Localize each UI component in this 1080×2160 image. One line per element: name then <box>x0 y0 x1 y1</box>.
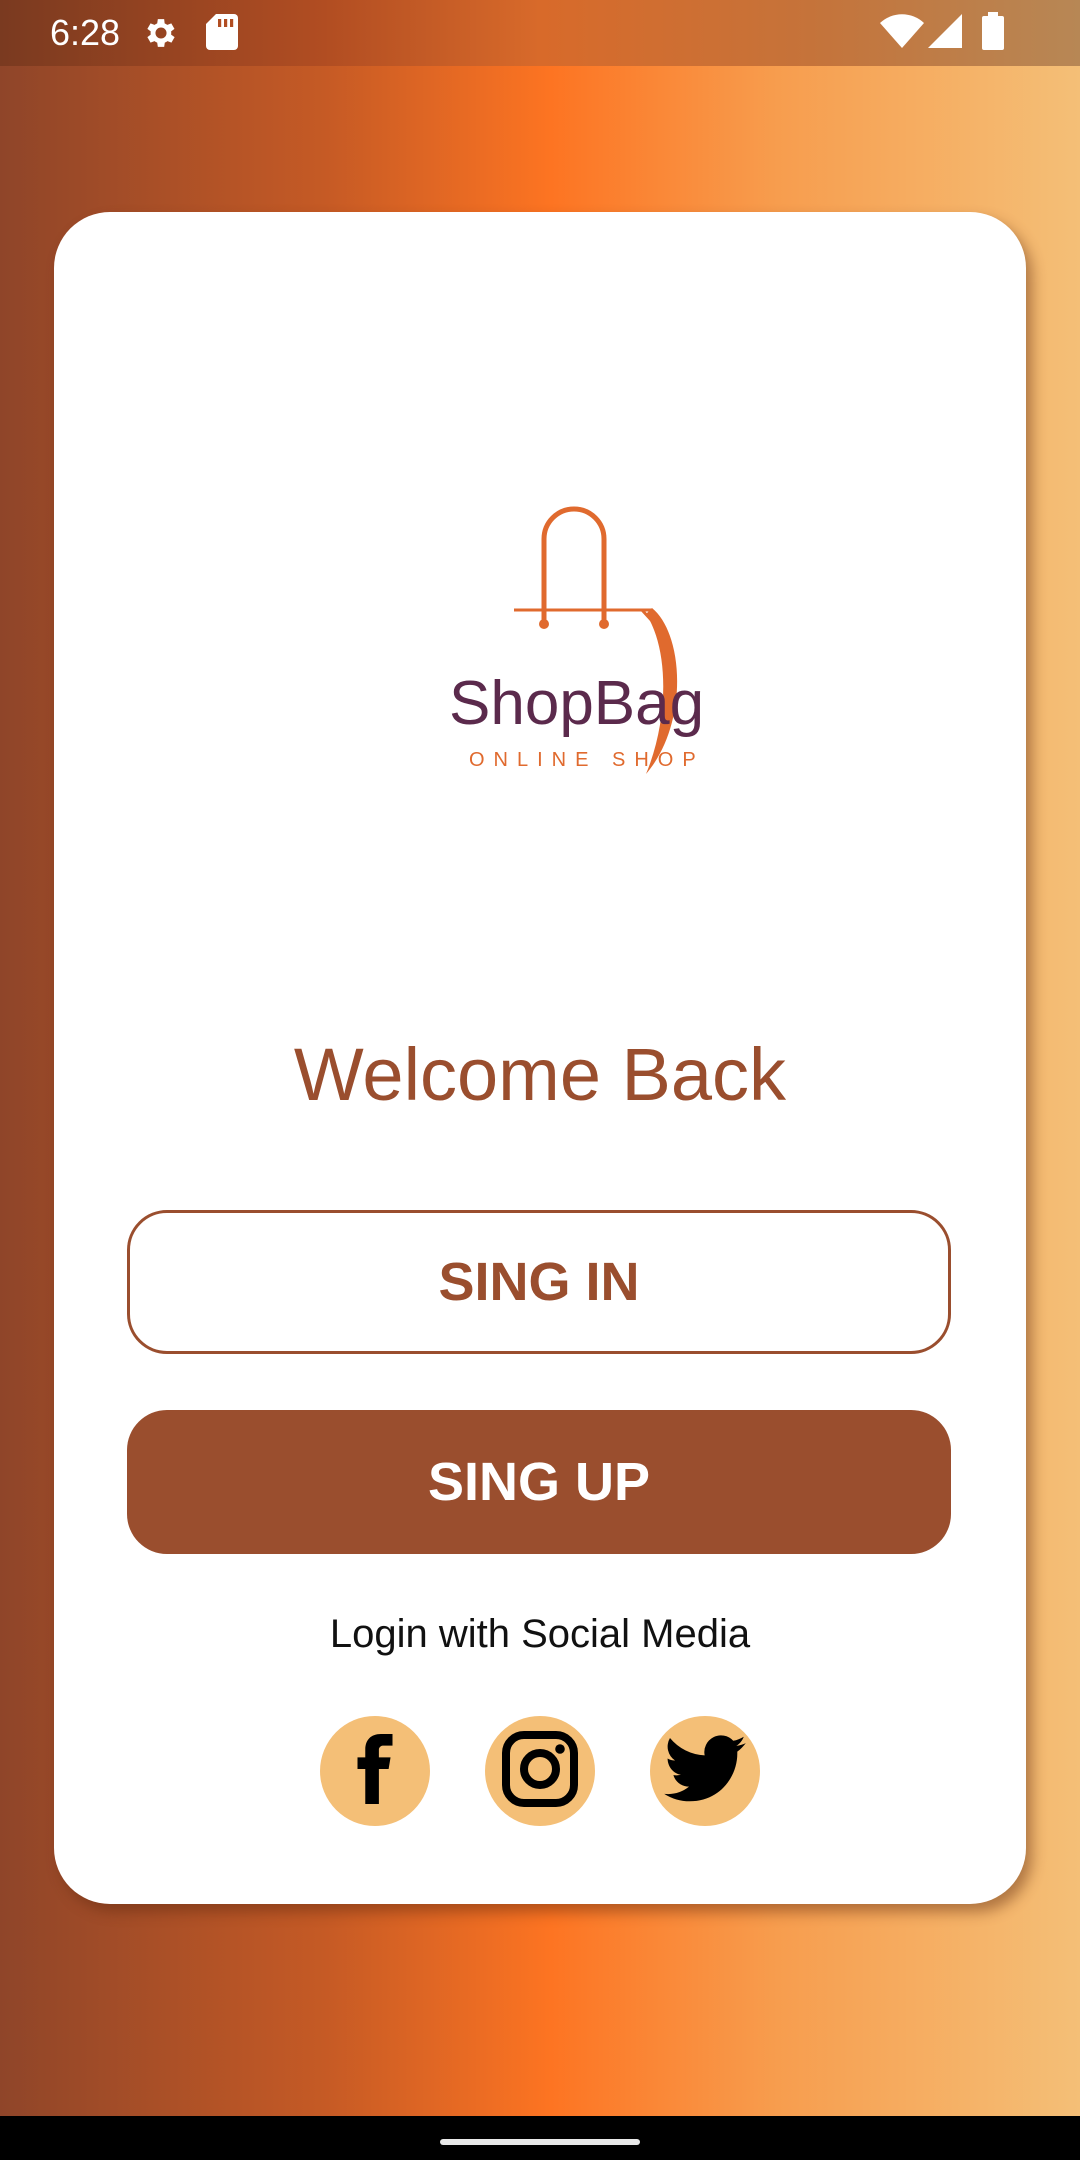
sign-up-button[interactable]: SING UP <box>127 1410 951 1554</box>
status-time: 6:28 <box>50 12 121 53</box>
battery-icon <box>982 12 1004 55</box>
sign-in-button[interactable]: SING IN <box>127 1210 951 1354</box>
facebook-icon <box>347 1733 403 1809</box>
wifi-icon <box>880 14 924 55</box>
home-gesture-handle[interactable] <box>440 2139 640 2145</box>
twitter-button[interactable] <box>650 1716 760 1826</box>
login-card: ShopBag ONLINE SHOP Welcome Back SING IN… <box>54 212 1026 1904</box>
sd-card-icon <box>206 14 238 55</box>
settings-icon <box>142 14 180 57</box>
sign-in-label: SING IN <box>438 1252 640 1312</box>
instagram-button[interactable] <box>485 1716 595 1826</box>
welcome-title: Welcome Back <box>293 1033 787 1116</box>
social-login-label: Login with Social Media <box>329 1612 751 1656</box>
facebook-button[interactable] <box>320 1716 430 1826</box>
instagram-icon <box>500 1729 580 1814</box>
cellular-signal-icon <box>928 14 962 53</box>
shopbag-logo: ShopBag ONLINE SHOP <box>384 474 774 804</box>
brand-name: ShopBag <box>449 669 704 738</box>
system-nav-bar <box>0 2116 1080 2160</box>
status-bar: 6:28 <box>0 0 1080 66</box>
twitter-icon <box>664 1734 746 1808</box>
sign-up-label: SING UP <box>427 1452 651 1512</box>
brand-tagline: ONLINE SHOP <box>469 749 705 771</box>
